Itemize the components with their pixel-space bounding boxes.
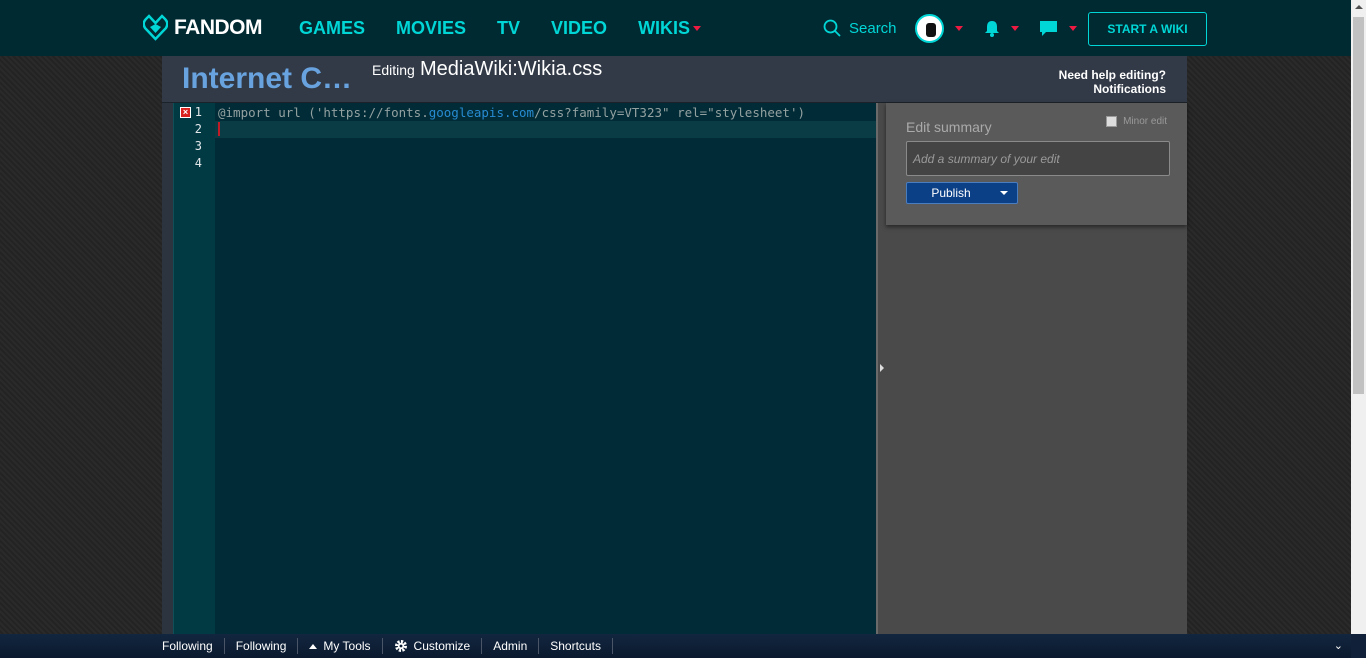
toolbar-following[interactable]: Following: [162, 638, 225, 654]
avatar: [915, 14, 944, 43]
chevron-up-icon: [309, 643, 318, 649]
chevron-down-icon: [955, 26, 963, 31]
edit-summary-panel: Edit summary Minor edit Add a summary of…: [886, 103, 1187, 225]
minor-edit-checkbox[interactable]: [1106, 116, 1118, 127]
line-gutter: × 1 2 3 4: [174, 103, 215, 634]
collapse-toolbar-icon[interactable]: ⌄: [1334, 639, 1343, 652]
chevron-down-icon: [1000, 191, 1008, 195]
code-highlight: googleapis.com: [428, 105, 535, 120]
start-a-wiki-button[interactable]: START A WIKI: [1088, 12, 1207, 46]
code-line-active: [215, 121, 877, 138]
publish-label: Publish: [931, 186, 971, 200]
page-title: MediaWiki:Wikia.css: [420, 58, 603, 80]
nav-wikis[interactable]: WIKIS: [638, 18, 702, 39]
notifications-link[interactable]: Notifications: [1059, 82, 1166, 96]
toolbar-following-2[interactable]: Following: [225, 638, 299, 654]
wiki-name[interactable]: Internet C…: [182, 62, 357, 96]
wiki-toolbar: Following Following My Tools Customize A…: [0, 634, 1351, 658]
nav-movies[interactable]: MOVIES: [396, 18, 466, 39]
bell-icon: [985, 21, 999, 37]
code-editor[interactable]: × 1 2 3 4 @import url ('https://fonts.go…: [173, 103, 877, 634]
my-tools-label: My Tools: [323, 639, 371, 653]
editing-label: Editing: [372, 62, 415, 78]
nav-wikis-label: WIKIS: [638, 18, 691, 38]
main-nav: GAMES MOVIES TV VIDEO WIKIS: [299, 18, 732, 39]
collapse-rail-icon[interactable]: [880, 364, 884, 372]
chat-bubble-icon: [1040, 21, 1057, 36]
edit-summary-label: Edit summary: [906, 119, 992, 135]
page-scrollbar[interactable]: [1351, 0, 1366, 634]
toolbar-admin[interactable]: Admin: [482, 638, 540, 654]
fandom-logo[interactable]: FANDOM: [143, 14, 263, 41]
code-text: /css?family=VT323" rel="stylesheet'): [534, 105, 806, 120]
code-line: @import url ('https://fonts.googleapis.c…: [215, 104, 877, 121]
chevron-down-icon: [693, 26, 702, 31]
text-cursor: [218, 122, 220, 136]
scroll-up-icon[interactable]: [1355, 5, 1363, 9]
line-number: 1: [194, 105, 202, 119]
customize-label: Customize: [413, 639, 471, 653]
line-number: 4: [194, 156, 202, 170]
search-icon: [823, 19, 841, 37]
chevron-down-icon: [1011, 26, 1019, 31]
scrollbar-thumb[interactable]: [1353, 17, 1364, 394]
code-text: @import url ('https://fonts.: [218, 105, 429, 120]
help-links: Need help editing? Notifications: [1059, 68, 1166, 96]
discussions-menu[interactable]: [1039, 20, 1077, 37]
search-label: Search: [849, 19, 897, 37]
minor-edit-option[interactable]: Minor edit: [1106, 116, 1167, 127]
global-navigation: FANDOM GAMES MOVIES TV VIDEO WIKIS Searc…: [0, 0, 1351, 56]
toolbar-customize[interactable]: Customize: [383, 638, 483, 654]
notifications-menu[interactable]: [984, 20, 1019, 37]
minor-edit-label: Minor edit: [1123, 116, 1167, 127]
user-menu[interactable]: [915, 14, 963, 43]
chevron-down-icon: [1069, 26, 1077, 31]
fandom-heart-icon: [143, 14, 168, 41]
line-number: 2: [194, 122, 202, 136]
toolbar-corner: [1351, 634, 1366, 658]
gear-icon: [394, 640, 407, 652]
editor-page: Internet C… Editing MediaWiki:Wikia.css …: [162, 56, 1187, 634]
editor-header: Internet C… Editing MediaWiki:Wikia.css …: [162, 56, 1187, 103]
line-number: 3: [194, 139, 202, 153]
toolbar-shortcuts[interactable]: Shortcuts: [539, 638, 613, 654]
publish-button[interactable]: Publish: [906, 182, 1018, 204]
nav-games[interactable]: GAMES: [299, 18, 365, 39]
search-button[interactable]: Search: [823, 19, 897, 37]
nav-video[interactable]: VIDEO: [551, 18, 607, 39]
fandom-wordmark: FANDOM: [174, 15, 263, 39]
nav-tv[interactable]: TV: [497, 18, 520, 39]
toolbar-my-tools[interactable]: My Tools: [298, 638, 383, 654]
publish-dropdown[interactable]: [991, 183, 1017, 203]
edit-summary-input[interactable]: Add a summary of your edit: [906, 141, 1170, 176]
need-help-link[interactable]: Need help editing?: [1059, 68, 1166, 82]
